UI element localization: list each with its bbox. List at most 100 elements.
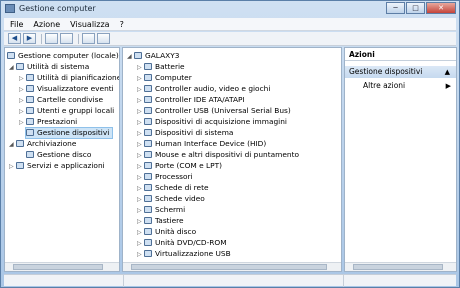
expand-arrow-icon[interactable]: ▷: [9, 162, 16, 172]
tree-item-storage[interactable]: ◢ Archiviazione: [9, 139, 76, 149]
expand-arrow-icon[interactable]: ▷: [137, 228, 144, 238]
tree-item-users-groups[interactable]: ▷ Utenti e gruppi locali: [19, 106, 114, 116]
properties-icon[interactable]: [97, 33, 110, 44]
device-category[interactable]: ▷ Virtualizzazione USB: [137, 249, 231, 259]
expand-arrow-icon[interactable]: ▷: [137, 96, 144, 106]
scrollbar-thumb[interactable]: [13, 264, 103, 270]
device-category-icon: [144, 250, 152, 257]
device-category-label: Schermi: [155, 205, 186, 214]
minimize-button[interactable]: ─: [386, 2, 405, 14]
menu-azione[interactable]: Azione: [33, 18, 60, 30]
expand-arrow-icon[interactable]: ▷: [137, 63, 144, 73]
window-title: Gestione computer: [19, 4, 96, 13]
expand-arrow-icon[interactable]: ▷: [137, 217, 144, 227]
tree-item-scheduler[interactable]: ▷ Utilità di pianificazione: [19, 73, 119, 84]
device-category[interactable]: ▷ Schermi: [137, 205, 185, 215]
tree-item-event-viewer[interactable]: ▷ Visualizzatore eventi: [19, 84, 114, 94]
device-category-icon: [144, 195, 152, 202]
console-tree: Gestione computer (locale) ◢ Utilità di s…: [4, 47, 120, 272]
device-category[interactable]: ▷ Schede video: [137, 194, 205, 204]
back-button[interactable]: ◀: [8, 33, 21, 44]
toolbar-separator: [41, 33, 42, 44]
actions-section-device-manager[interactable]: Gestione dispositivi ▲: [345, 66, 456, 78]
device-category[interactable]: ▷ Dispositivi di sistema: [137, 128, 233, 138]
device-category-icon: [144, 206, 152, 213]
expand-arrow-icon[interactable]: ▷: [137, 85, 144, 95]
expand-arrow-icon[interactable]: ▷: [137, 184, 144, 194]
expand-arrow-icon[interactable]: ▷: [137, 151, 144, 161]
expand-arrow-icon[interactable]: ▷: [137, 206, 144, 216]
horizontal-scrollbar[interactable]: [123, 262, 341, 271]
computer-icon: [7, 52, 15, 59]
expand-arrow-icon[interactable]: ▷: [19, 85, 26, 95]
device-category-label: Mouse e altri dispositivi di puntamento: [155, 150, 300, 159]
menu-file[interactable]: File: [10, 18, 23, 30]
expand-arrow-icon[interactable]: ▷: [137, 195, 144, 205]
tree-item-disk-management[interactable]: Gestione disco: [26, 150, 91, 160]
title-bar[interactable]: Gestione computer ─ □ ✕: [1, 1, 459, 17]
device-category[interactable]: ▷ Computer: [137, 73, 192, 83]
expand-arrow-icon[interactable]: ▷: [19, 74, 26, 84]
forward-button[interactable]: ▶: [23, 33, 36, 44]
device-manager-icon: [26, 129, 34, 136]
device-category[interactable]: ▷ Controller USB (Universal Serial Bus): [137, 106, 291, 116]
device-category[interactable]: ▷ Controller audio, video e giochi: [137, 84, 270, 94]
up-folder-icon[interactable]: [45, 33, 58, 44]
expand-arrow-icon[interactable]: ▷: [137, 250, 144, 260]
device-root[interactable]: ◢ GALAXY3: [127, 51, 179, 61]
device-category[interactable]: ▷ Unità disco: [137, 227, 196, 237]
horizontal-scrollbar[interactable]: [345, 262, 456, 271]
tree-item-system-tools[interactable]: ◢ Utilità di sistema: [9, 62, 89, 72]
collapse-arrow-icon[interactable]: ◢: [9, 63, 16, 73]
expand-arrow-icon[interactable]: ▷: [19, 107, 26, 117]
expand-arrow-icon[interactable]: ▷: [137, 162, 144, 172]
menu-help[interactable]: ?: [120, 18, 124, 30]
device-category[interactable]: ▷ Schede di rete: [137, 183, 209, 193]
more-actions-item[interactable]: Altre azioni ▶: [363, 81, 455, 91]
scrollbar-thumb[interactable]: [353, 264, 443, 270]
expand-arrow-icon[interactable]: ▷: [19, 96, 26, 106]
expand-arrow-icon[interactable]: ▷: [137, 140, 144, 150]
expand-arrow-icon[interactable]: ▷: [137, 129, 144, 139]
device-category[interactable]: ▷ Dispositivi di acquisizione immagini: [137, 117, 287, 127]
expand-arrow-icon[interactable]: ▷: [19, 118, 26, 128]
device-category-label: Porte (COM e LPT): [155, 161, 223, 170]
device-category-icon: [144, 162, 152, 169]
device-category-icon: [144, 173, 152, 180]
tree-item-root[interactable]: Gestione computer (locale): [7, 51, 119, 61]
device-category[interactable]: ▷ Tastiere: [137, 216, 184, 226]
help-icon[interactable]: [82, 33, 95, 44]
device-category[interactable]: ▷ Controller IDE ATA/ATAPI: [137, 95, 245, 105]
device-category[interactable]: ▷ Unità DVD/CD-ROM: [137, 238, 227, 248]
expand-arrow-icon[interactable]: ▷: [137, 239, 144, 249]
tree-label: Gestione computer (locale): [18, 51, 119, 60]
tree-item-device-manager[interactable]: Gestione dispositivi: [24, 127, 114, 139]
device-category[interactable]: ▷ Porte (COM e LPT): [137, 161, 222, 171]
tree-item-services[interactable]: ▷ Servizi e applicazioni: [9, 161, 105, 171]
expand-arrow-icon[interactable]: ▷: [137, 118, 144, 128]
expand-arrow-icon[interactable]: ▷: [137, 173, 144, 183]
horizontal-scrollbar[interactable]: [5, 262, 119, 271]
device-category[interactable]: ▷ Batterie: [137, 62, 185, 72]
computer-icon: [134, 52, 142, 59]
collapse-arrow-icon[interactable]: ◢: [127, 52, 134, 62]
device-category[interactable]: ▷ Human Interface Device (HID): [137, 139, 266, 149]
maximize-button[interactable]: □: [406, 2, 425, 14]
show-hide-tree-icon[interactable]: [60, 33, 73, 44]
expand-arrow-icon[interactable]: ▷: [137, 107, 144, 117]
device-category-icon: [144, 140, 152, 147]
users-icon: [26, 107, 34, 114]
menu-visualizza[interactable]: Visualizza: [70, 18, 109, 30]
close-button[interactable]: ✕: [426, 2, 456, 14]
tree-item-performance[interactable]: ▷ Prestazioni: [19, 117, 77, 127]
device-category-label: Controller USB (Universal Serial Bus): [155, 106, 291, 115]
collapse-up-icon[interactable]: ▲: [445, 66, 450, 78]
device-category[interactable]: ▷ Processori: [137, 172, 193, 182]
device-category-icon: [144, 129, 152, 136]
scrollbar-thumb[interactable]: [131, 264, 327, 270]
device-category[interactable]: ▷ Mouse e altri dispositivi di puntamento: [137, 150, 299, 160]
tree-item-shared-folders[interactable]: ▷ Cartelle condivise: [19, 95, 103, 105]
collapse-arrow-icon[interactable]: ◢: [9, 140, 16, 150]
actions-section-label: Gestione dispositivi: [349, 67, 423, 76]
expand-arrow-icon[interactable]: ▷: [137, 74, 144, 84]
